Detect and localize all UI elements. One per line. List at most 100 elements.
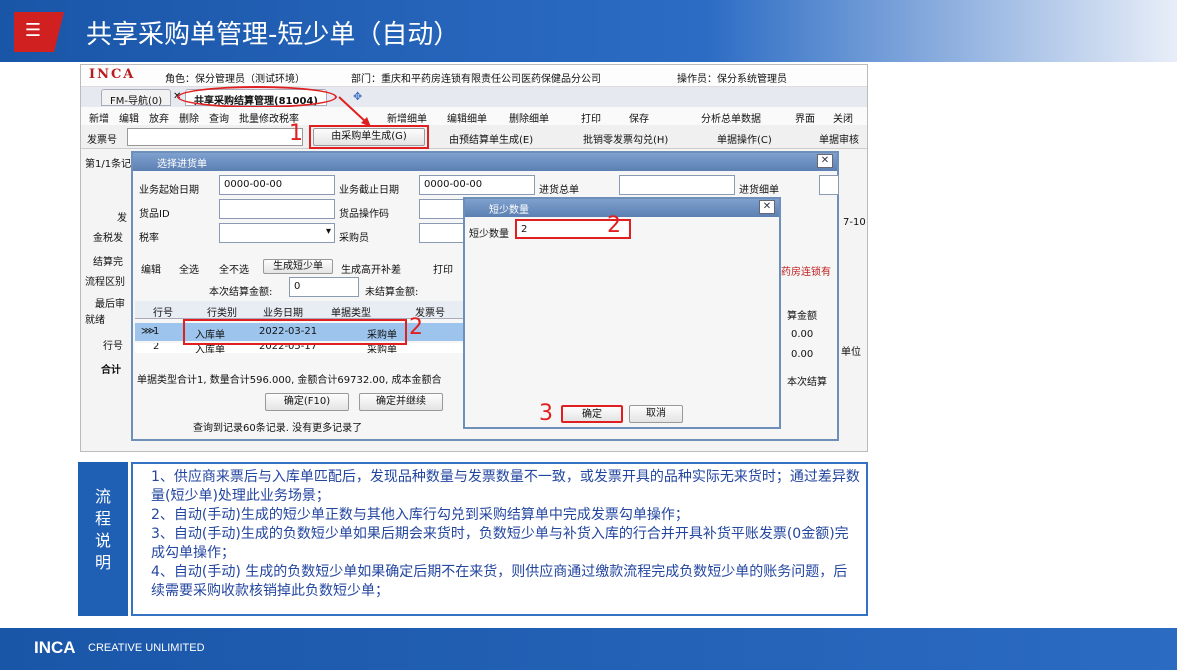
step-marker: 1 bbox=[289, 121, 303, 146]
invoice-label: 发票号 bbox=[87, 135, 117, 146]
col-header: 行号 bbox=[153, 308, 173, 319]
menu-delete[interactable]: 删除 bbox=[179, 110, 199, 125]
left-label: 金税发 bbox=[93, 233, 123, 244]
menu-bar: 新增 编辑 放弃 删除 查询 批量修改税率 新增细单 编辑细单 删除细单 打印 … bbox=[81, 107, 867, 125]
dialog-title: 选择进货单 bbox=[133, 153, 837, 171]
caption-char: 说 bbox=[94, 531, 111, 550]
close-icon[interactable]: ✕ bbox=[817, 154, 833, 168]
menu-query[interactable]: 查询 bbox=[209, 110, 229, 125]
store-label: 药房连锁有 bbox=[781, 267, 831, 278]
buyer-input[interactable] bbox=[419, 223, 469, 243]
confirm-button[interactable]: 确定 bbox=[561, 405, 623, 423]
arrow-icon bbox=[338, 96, 371, 127]
doc-audit-button[interactable]: 单据审核 bbox=[819, 131, 859, 146]
caption-line: 1、供应商来票后与入库单匹配后，发现品种数量与发票数量不一致，或发票开具的品种实… bbox=[151, 469, 860, 504]
end-date-input[interactable]: 0000-00-00 bbox=[419, 175, 535, 195]
menu-analyze[interactable]: 分析总单数据 bbox=[701, 110, 761, 125]
menu-close[interactable]: 关闭 bbox=[833, 110, 853, 125]
menu-view[interactable]: 界面 bbox=[795, 110, 815, 125]
caption-line: 4、自动(手动) 生成的负数短少单如果确定后期不在来货，则供应商通过缴款流程完成… bbox=[151, 564, 848, 599]
footer-tagline: CREATIVE UNLIMITED bbox=[88, 642, 205, 654]
step-marker: 3 bbox=[539, 401, 553, 426]
highlight-box bbox=[183, 319, 407, 345]
caption-line: 2、自动(手动)生成的短少单正数与其他入库行勾兑到采购结算单中完成发票勾单操作； bbox=[151, 507, 689, 523]
invoice-input[interactable] bbox=[127, 128, 303, 146]
tax-label: 税率 bbox=[139, 233, 159, 244]
caption-char: 流 bbox=[94, 487, 111, 506]
operator-text: 操作员：保分系统管理员 bbox=[677, 74, 787, 85]
ok-continue-button[interactable]: 确定并继续 bbox=[359, 393, 443, 411]
action-high-diff[interactable]: 生成高开补差 bbox=[341, 261, 401, 276]
tax-select[interactable]: ▾ bbox=[219, 223, 335, 243]
record-indicator: 第1/1条记 bbox=[85, 159, 132, 170]
menu-edit[interactable]: 编辑 bbox=[119, 110, 139, 125]
unsettled-label: 未结算金额: bbox=[365, 287, 419, 298]
ok-button[interactable]: 确定(F10) bbox=[265, 393, 349, 411]
left-label: 结算完 bbox=[93, 257, 123, 268]
generate-from-pre-button[interactable]: 由预结算单生成(E) bbox=[449, 131, 533, 146]
slide-title: 共享采购单管理-短少单（自动） bbox=[86, 20, 460, 50]
col-header: 行类别 bbox=[207, 308, 237, 319]
invoice-toolbar: 发票号 由采购单生成(G) 由预结算单生成(E) 批销零发票勾兑(H) 单据操作… bbox=[81, 125, 867, 149]
status-ready: 就绪 bbox=[85, 315, 105, 326]
slide-header: ☰ 共享采购单管理-短少单（自动） bbox=[0, 0, 1177, 62]
menu-print[interactable]: 打印 bbox=[581, 110, 601, 125]
menu-icon: ☰ bbox=[24, 20, 42, 41]
start-date-label: 业务起始日期 bbox=[139, 185, 199, 196]
cancel-button[interactable]: 取消 bbox=[629, 405, 683, 423]
action-print[interactable]: 打印 bbox=[433, 261, 453, 276]
batch-invoice-button[interactable]: 批销零发票勾兑(H) bbox=[583, 131, 668, 146]
this-amount-input[interactable]: 0 bbox=[289, 277, 359, 297]
menu-new[interactable]: 新增 bbox=[89, 110, 109, 125]
menu-save[interactable]: 保存 bbox=[629, 110, 649, 125]
menu-abandon[interactable]: 放弃 bbox=[149, 110, 169, 125]
this-amount-label: 本次结算金额: bbox=[209, 287, 273, 298]
close-icon[interactable]: ✕ bbox=[759, 200, 775, 214]
left-label: 流程区别 bbox=[85, 277, 125, 288]
dropdown-icon: ▾ bbox=[325, 226, 331, 237]
action-select-all[interactable]: 全选 bbox=[179, 261, 199, 276]
caption-side-label: 流 程 说 明 bbox=[78, 462, 128, 616]
caption-char: 程 bbox=[94, 509, 111, 528]
app-screenshot: INCA 角色：保分管理员（测试环境） 部门：重庆和平药房连锁有限责任公司医药保… bbox=[80, 64, 868, 452]
tab-navigation[interactable]: FM-导航(0) bbox=[101, 89, 172, 107]
goods-id-input[interactable] bbox=[219, 199, 335, 219]
role-text: 角色：保分管理员（测试环境） bbox=[165, 74, 305, 85]
action-select-none[interactable]: 全不选 bbox=[219, 261, 249, 276]
caption-char: 明 bbox=[94, 553, 111, 572]
dept-text: 部门：重庆和平药房连锁有限责任公司医药保健品分公司 bbox=[351, 74, 601, 85]
end-date-label: 业务截止日期 bbox=[339, 185, 399, 196]
action-edit[interactable]: 编辑 bbox=[141, 261, 161, 276]
menu-edit-detail[interactable]: 编辑细单 bbox=[447, 110, 487, 125]
short-quantity-dialog: 短少数量 ✕ 短少数量 2 2 确定 取消 3 bbox=[463, 197, 781, 429]
goods-code-input[interactable] bbox=[419, 199, 469, 219]
dialog-title: 短少数量 bbox=[465, 199, 779, 217]
in-detail-label: 进货细单 bbox=[739, 185, 779, 196]
status-text: 查询到记录60条记录. 没有更多记录了 bbox=[193, 423, 363, 434]
amount-value: 0.00 bbox=[791, 349, 814, 360]
start-date-input[interactable]: 0000-00-00 bbox=[219, 175, 335, 195]
in-total-label: 进货总单 bbox=[539, 185, 579, 196]
row-no: 2 bbox=[153, 343, 160, 352]
doc-ops-button[interactable]: 单据操作(C) bbox=[717, 131, 772, 146]
pending-label: 本次结算 bbox=[787, 377, 827, 388]
caption-box: 1、供应商来票后与入库单匹配后，发现品种数量与发票数量不一致，或发票开具的品种实… bbox=[131, 462, 868, 616]
in-detail-input[interactable] bbox=[819, 175, 839, 195]
menu-new-detail[interactable]: 新增细单 bbox=[387, 110, 427, 125]
step-marker: 2 bbox=[607, 213, 621, 238]
left-label: 行号 bbox=[103, 341, 123, 352]
menu-delete-detail[interactable]: 删除细单 bbox=[509, 110, 549, 125]
generate-short-button[interactable]: 生成短少单 bbox=[263, 259, 333, 274]
step-marker: 2 bbox=[409, 315, 423, 340]
left-label: 最后审 bbox=[95, 299, 125, 310]
in-total-input[interactable] bbox=[619, 175, 735, 195]
short-qty-label: 短少数量 bbox=[469, 229, 509, 240]
unit-label: 单位 bbox=[841, 347, 861, 358]
total-label: 合计 bbox=[101, 365, 121, 376]
left-label: 发 bbox=[117, 213, 127, 224]
date-fragment: 7-10 bbox=[843, 217, 866, 228]
col-header: 单据类型 bbox=[331, 308, 371, 319]
footer-brand: INCA bbox=[34, 638, 76, 657]
app-topbar: INCA 角色：保分管理员（测试环境） 部门：重庆和平药房连锁有限责任公司医药保… bbox=[81, 65, 867, 87]
row-no: 1 bbox=[153, 326, 160, 337]
